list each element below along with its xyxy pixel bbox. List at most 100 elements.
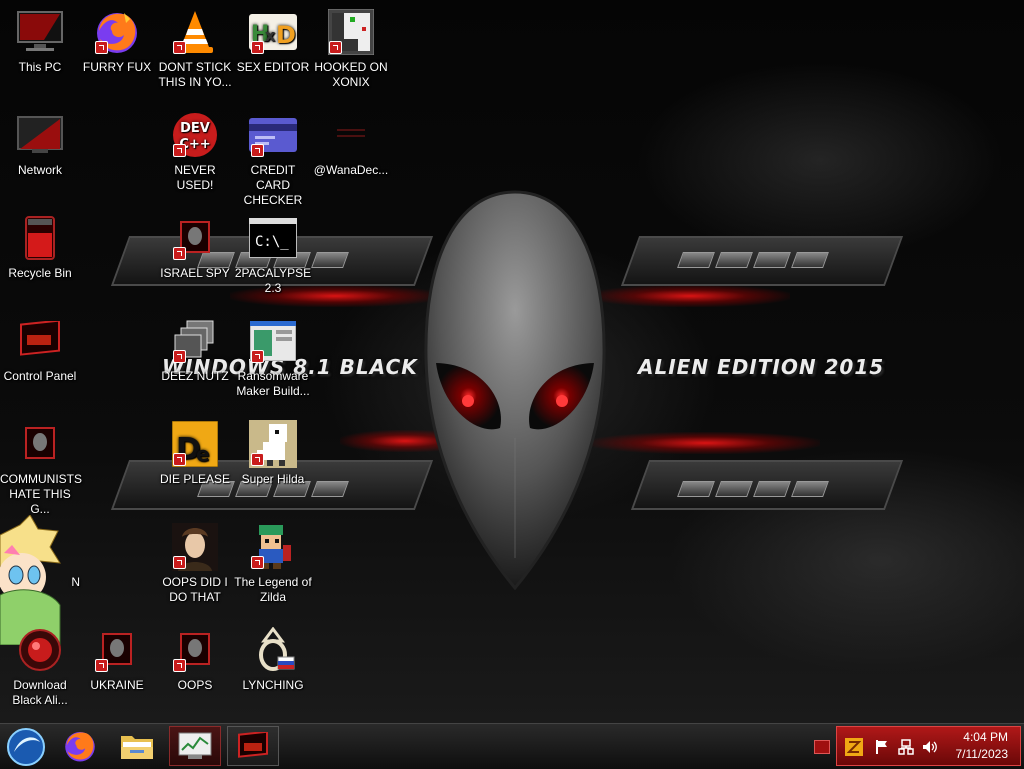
shortcut-arrow-icon (251, 556, 264, 569)
desktop-icon-label: ISRAEL SPY (160, 266, 230, 280)
desktop-icon-label: DEEZ NUTZ (161, 369, 229, 383)
alien-app-icon (171, 214, 219, 262)
wallpaper-right-text: ALIEN EDITION 2015 (638, 355, 885, 379)
shortcut-arrow-icon (251, 350, 264, 363)
windows-stack-icon (171, 317, 219, 365)
desktop-icon-partial[interactable]: N (20, 523, 80, 590)
desktop-icon-label: UKRAINE (90, 678, 144, 692)
alien-app-icon (16, 420, 64, 468)
desktop-icon-super-hilda[interactable]: Super Hilda (233, 420, 313, 487)
desktop-icon-label: CREDIT CARD CHECKER (243, 163, 303, 207)
start-button[interactable] (2, 724, 50, 769)
die-detect-it-easy-icon: De (171, 420, 219, 468)
desktop-icon-label: N (71, 575, 80, 589)
desktop-icon-lynching[interactable]: LYNCHING (233, 626, 313, 693)
desktop-icon-label: DIE PLEASE (159, 472, 231, 486)
volume-icon[interactable] (921, 738, 939, 756)
xonix-game-icon (327, 8, 375, 56)
clock[interactable]: 4:04 PM 7/11/2023 (956, 729, 1009, 763)
desktop-icon-ukraine[interactable]: UKRAINE (77, 626, 157, 693)
file-icon (327, 111, 375, 159)
show-desktop-button[interactable] (814, 740, 830, 754)
notification-app-icon[interactable] (845, 738, 863, 756)
network-status-icon[interactable] (897, 738, 915, 756)
clock-date: 7/11/2023 (955, 747, 1009, 761)
download-orb-icon (16, 626, 64, 674)
desktop-icon-2pacalypse[interactable]: C:\_ 2PACALYPSE 2.3 (233, 214, 313, 296)
desktop-icon-label: HOOKED ON XONIX (314, 60, 388, 89)
alien-app-icon (93, 626, 141, 674)
desktop-icon-network[interactable]: Network (0, 111, 80, 178)
start-orb-icon (7, 727, 45, 766)
shortcut-arrow-icon (173, 556, 186, 569)
shortcut-arrow-icon (173, 350, 186, 363)
dev-cpp-icon: DEV C++ (171, 111, 219, 159)
desktop-icon-download-black-ali[interactable]: Download Black Ali... (0, 626, 80, 708)
vlc-cone-icon (171, 8, 219, 56)
svg-text:x: x (265, 26, 276, 45)
desktop-icon-israel-spy[interactable]: ISRAEL SPY (155, 214, 235, 281)
desktop-icon-recycle-bin[interactable]: Recycle Bin (0, 214, 80, 281)
application-window-icon (249, 317, 297, 365)
alien-head-logo (424, 190, 606, 590)
shortcut-arrow-icon (173, 41, 186, 54)
desktop-icon-oops-did-i[interactable]: OOPS DID I DO THAT (155, 523, 235, 605)
shortcut-arrow-icon (173, 144, 186, 157)
recycle-bin-icon (16, 214, 64, 262)
taskbar-alien-app[interactable] (227, 726, 279, 766)
alien-app-icon (238, 732, 268, 758)
desktop-icon-label: Download Black Ali... (12, 678, 68, 707)
wallpaper: WINDOWS 8.1 BLACK PRO ALIEN EDITION 2015 (0, 0, 1024, 723)
shortcut-arrow-icon (173, 659, 186, 672)
desktop-icon-dont-stick[interactable]: DONT STICK THIS IN YO... (155, 8, 235, 90)
shortcut-arrow-icon (251, 144, 264, 157)
shortcut-arrow-icon (329, 41, 342, 54)
svg-text:DEV: DEV (180, 121, 210, 136)
task-manager-icon (178, 732, 212, 759)
system-tray: 4:04 PM 7/11/2023 (836, 726, 1021, 766)
desktop-icon-label: Super Hilda (241, 472, 305, 486)
shortcut-arrow-icon (251, 453, 264, 466)
desktop-icon-furry-fux[interactable]: FURRY FUX (77, 8, 157, 75)
pixel-character-icon (249, 420, 297, 468)
pixel-hero-icon (249, 523, 297, 571)
desktop-icon-label: This PC (18, 60, 62, 74)
desktop-icon-never-used[interactable]: DEV C++ NEVER USED! (155, 111, 235, 193)
desktop[interactable]: WINDOWS 8.1 BLACK PRO ALIEN EDITION 2015 (0, 0, 1024, 723)
action-center-flag-icon[interactable] (873, 738, 891, 756)
desktop-icon-label: The Legend of Zilda (234, 575, 312, 604)
network-icon (16, 111, 64, 159)
taskbar: 4:04 PM 7/11/2023 (0, 723, 1024, 769)
desktop-icon-label: Control Panel (3, 369, 77, 383)
desktop-icon-hooked-on-xonix[interactable]: HOOKED ON XONIX (311, 8, 391, 90)
desktop-icon-this-pc[interactable]: This PC (0, 8, 80, 75)
desktop-icon-oops[interactable]: OOPS (155, 626, 235, 693)
zone-alarm-icon (847, 741, 861, 753)
folder-icon (121, 736, 153, 759)
taskbar-task-manager[interactable] (169, 726, 221, 766)
taskbar-firefox[interactable] (54, 726, 106, 766)
rope-knot-icon (249, 626, 297, 674)
svg-text:D: D (276, 21, 296, 49)
desktop-icon-legend-of-zilda[interactable]: The Legend of Zilda (233, 523, 313, 605)
control-panel-icon (16, 317, 64, 365)
desktop-icon-communists[interactable]: COMMUNISTS HATE THIS G... (0, 420, 82, 517)
desktop-icon-label: DONT STICK THIS IN YO... (158, 60, 232, 89)
firefox-icon (65, 731, 95, 762)
desktop-icon-label: OOPS (177, 678, 213, 692)
desktop-icon-label: COMMUNISTS HATE THIS G... (0, 472, 82, 516)
desktop-icon-label: FURRY FUX (82, 60, 152, 74)
desktop-icon-die-please[interactable]: De DIE PLEASE (155, 420, 235, 487)
taskbar-file-explorer[interactable] (111, 726, 163, 766)
desktop-icon-control-panel[interactable]: Control Panel (0, 317, 80, 384)
desktop-icon-sex-editor[interactable]: HxD SEX EDITOR (233, 8, 313, 75)
desktop-icon-wanadec[interactable]: @WanaDec... (311, 111, 391, 178)
desktop-icon-label: LYNCHING (242, 678, 304, 692)
desktop-icon-deez-nutz[interactable]: DEEZ NUTZ (155, 317, 235, 384)
shortcut-arrow-icon (251, 41, 264, 54)
command-prompt-icon: C:\_ (249, 214, 297, 262)
desktop-icon-label: SEX EDITOR (236, 60, 310, 74)
desktop-icon-credit-card-checker[interactable]: CREDIT CARD CHECKER (233, 111, 313, 208)
desktop-icon-ransomware-maker[interactable]: Ransomware Maker Build... (233, 317, 313, 399)
wallpaper-slots-bottom-right (677, 481, 829, 497)
